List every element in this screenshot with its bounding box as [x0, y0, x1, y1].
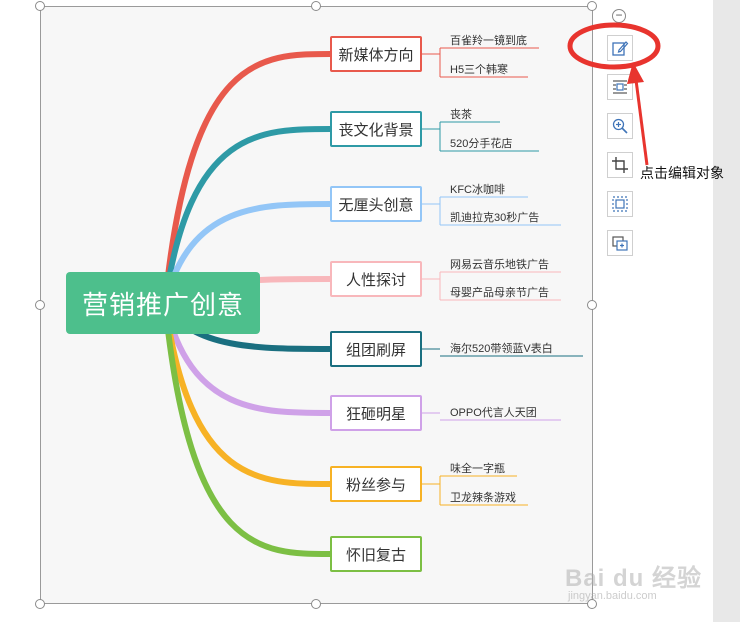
mindmap-topic-node[interactable]: 无厘头创意: [330, 186, 422, 222]
mindmap-topic-node[interactable]: 粉丝参与: [330, 466, 422, 502]
add-frame-icon: [612, 236, 628, 251]
select-area-button[interactable]: [607, 191, 633, 217]
mindmap-subtopic[interactable]: OPPO代言人天团: [450, 404, 537, 420]
branch-connector: [162, 300, 333, 557]
add-frame-button[interactable]: [607, 230, 633, 256]
zoom-in-icon: [612, 118, 628, 134]
select-area-icon: [612, 196, 628, 212]
mindmap-subtopic[interactable]: 丧茶: [450, 106, 472, 122]
mindmap-subtopic[interactable]: 卫龙辣条游戏: [450, 489, 516, 505]
mindmap-subtopic[interactable]: 520分手花店: [450, 135, 512, 151]
mindmap-subtopic[interactable]: 海尔520带领蓝V表白: [450, 340, 553, 356]
mindmap-topic-node[interactable]: 新媒体方向: [330, 36, 422, 72]
collapse-toolbar-button[interactable]: −: [612, 9, 626, 23]
edit-object-icon: [612, 41, 629, 56]
mindmap-topic-node[interactable]: 狂砸明星: [330, 395, 422, 431]
edit-object-button[interactable]: [607, 35, 633, 61]
mindmap-topic-node[interactable]: 人性探讨: [330, 261, 422, 297]
mindmap-subtopic[interactable]: 味全一字瓶: [450, 460, 505, 476]
zoom-in-button[interactable]: [607, 113, 633, 139]
text-wrap-icon: [613, 80, 627, 94]
mindmap-topic-node[interactable]: 丧文化背景: [330, 111, 422, 147]
mindmap-subtopic[interactable]: KFC冰咖啡: [450, 181, 505, 197]
crop-icon: [612, 157, 628, 173]
mindmap-topic-node[interactable]: 组团刷屏: [330, 331, 422, 367]
mindmap-subtopic[interactable]: 凯迪拉克30秒广告: [450, 209, 539, 225]
mindmap-topic-node[interactable]: 怀旧复古: [330, 536, 422, 572]
baidu-watermark-url: jingyan.baidu.com: [568, 590, 657, 602]
baidu-watermark: Bai du 经验: [565, 565, 703, 592]
annotation-label: 点击编辑对象: [640, 165, 724, 181]
text-wrap-button[interactable]: [607, 74, 633, 100]
crop-button[interactable]: [607, 152, 633, 178]
mindmap-subtopic[interactable]: 母婴产品母亲节广告: [450, 284, 549, 300]
mindmap-subtopic[interactable]: 百雀羚一镜到底: [450, 32, 527, 48]
mindmap-root-node[interactable]: 营销推广创意: [66, 272, 260, 334]
mindmap-subtopic[interactable]: H5三个韩寒: [450, 61, 508, 77]
branch-connector: [162, 51, 333, 306]
mindmap-subtopic[interactable]: 网易云音乐地铁广告: [450, 256, 549, 272]
